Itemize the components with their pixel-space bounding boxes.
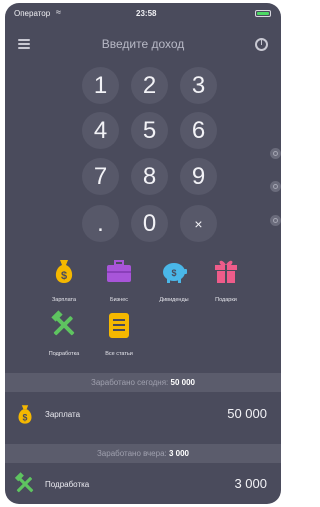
category-salary[interactable]: $ Зарплата [37, 256, 91, 304]
category-label: Подарки [215, 297, 237, 303]
svg-text:$: $ [23, 412, 28, 422]
key-0[interactable]: 0 [131, 205, 168, 242]
briefcase-icon [107, 260, 131, 282]
category-label: Зарплата [51, 297, 77, 303]
key-1[interactable]: 1 [82, 67, 119, 104]
key-2[interactable]: 2 [131, 67, 168, 104]
carrier-name: Оператор [14, 9, 51, 18]
key-3[interactable]: 3 [180, 67, 217, 104]
income-row[interactable]: Подработка 3 000 [5, 466, 281, 504]
card-icon[interactable] [270, 181, 281, 192]
svg-text:$: $ [171, 268, 176, 278]
piggy-bank-icon: $ [163, 263, 187, 283]
key-6[interactable]: 6 [180, 112, 217, 149]
gift-icon [215, 260, 237, 283]
category-side-job[interactable]: Подработка [37, 310, 91, 358]
section-header-yesterday: Заработано вчера: 3 000 [5, 444, 281, 463]
delete-key[interactable]: × [180, 205, 217, 242]
section-header-total: 50 000 [170, 378, 195, 387]
income-row-name: Подработка [45, 480, 90, 489]
income-row[interactable]: $ Зарплата 50 000 [5, 396, 281, 434]
category-business[interactable]: Бизнес [92, 256, 146, 304]
section-header-total: 3 000 [168, 449, 190, 458]
status-time: 23:58 [136, 9, 157, 18]
category-label: Бизнес [109, 297, 129, 303]
hammer-icon [14, 472, 34, 493]
battery-icon [255, 10, 271, 17]
income-row-name: Зарплата [45, 410, 81, 419]
key-5[interactable]: 5 [131, 112, 168, 149]
category-dividends[interactable]: $ Дивиденды [147, 256, 201, 304]
wifi-icon: ≈ [56, 7, 61, 17]
income-row-amount: 3 000 [234, 476, 267, 491]
hammer-icon [51, 310, 75, 336]
money-bag-icon: $ [55, 260, 73, 283]
svg-text:$: $ [61, 270, 67, 282]
income-input-title: Введите доход [101, 37, 185, 51]
category-gifts[interactable]: Подарки [199, 256, 253, 304]
key-4[interactable]: 4 [82, 112, 119, 149]
key-7[interactable]: 7 [82, 158, 119, 195]
key-9[interactable]: 9 [180, 158, 217, 195]
key-8[interactable]: 8 [131, 158, 168, 195]
status-bar: Оператор ≈ 23:58 [5, 3, 281, 23]
section-header-today: Заработано сегодня: 50 000 [5, 373, 281, 392]
chat-icon[interactable] [270, 215, 281, 226]
section-header-label: Заработано вчера: [96, 449, 167, 458]
category-label: Дивиденды [159, 297, 189, 303]
income-row-amount: 50 000 [227, 406, 267, 421]
category-all-items[interactable]: Все статьи [92, 310, 146, 358]
money-bag-icon: $ [18, 405, 32, 424]
pie-chart-icon[interactable] [255, 38, 268, 51]
app-screen: Оператор ≈ 23:58 Введите доход 1 2 3 4 5… [5, 3, 281, 504]
section-header-label: Заработано сегодня: [91, 378, 169, 387]
category-label: Все статьи [105, 351, 133, 357]
key-decimal[interactable]: . [82, 205, 119, 242]
add-circle-icon[interactable] [270, 148, 281, 159]
category-label: Подработка [48, 351, 80, 357]
list-icon [109, 313, 129, 338]
